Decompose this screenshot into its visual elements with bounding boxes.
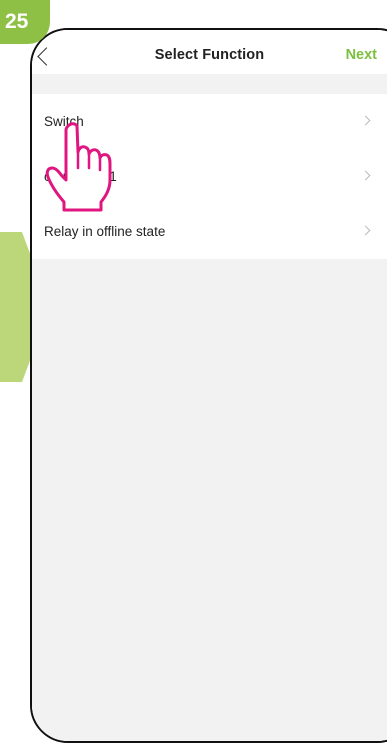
next-button[interactable]: Next — [346, 47, 377, 63]
step-badge: 25 — [0, 0, 50, 44]
section-gap — [32, 74, 387, 94]
chevron-right-icon — [360, 225, 371, 236]
list-item-relay-offline[interactable]: Relay in offline state — [32, 204, 387, 259]
nav-bar: Select Function Next — [32, 30, 387, 74]
chevron-right-icon — [360, 170, 371, 181]
page-title: Select Function — [154, 47, 265, 63]
chevron-right-icon — [360, 115, 371, 126]
pointing-hand-icon — [45, 122, 112, 212]
list-item-label: Relay in offline state — [44, 224, 166, 239]
instruction-step-illustration: Select Function Next Switch countdown1 R… — [0, 0, 387, 751]
empty-area — [32, 259, 387, 741]
step-number: 25 — [5, 10, 29, 33]
